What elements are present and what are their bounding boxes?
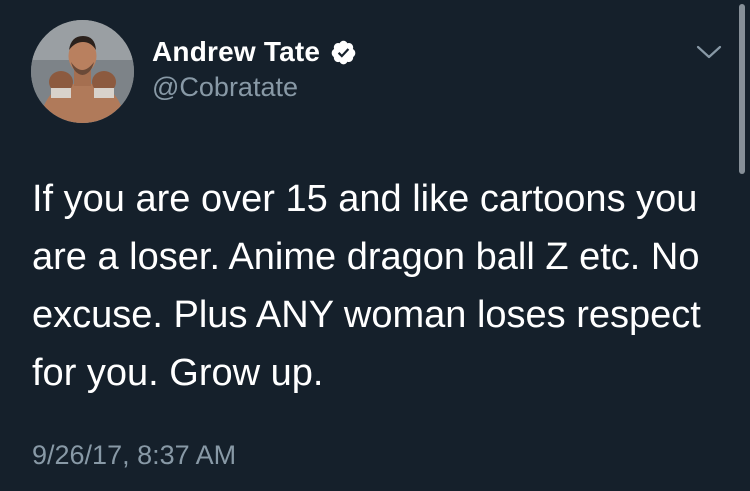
author-name-row[interactable]: Andrew Tate <box>152 34 357 70</box>
chevron-down-icon[interactable] <box>694 42 724 62</box>
author-display-name[interactable]: Andrew Tate <box>152 36 320 68</box>
tweet-card: Andrew Tate @Cobratate If you are over 1… <box>0 0 750 491</box>
scrollbar-thumb[interactable] <box>739 4 745 174</box>
tweet-timestamp[interactable]: 9/26/17, 8:37 AM <box>32 440 236 471</box>
verified-badge-icon <box>330 39 357 66</box>
avatar-photo <box>31 20 134 123</box>
avatar[interactable] <box>31 20 134 123</box>
author-handle[interactable]: @Cobratate <box>152 72 298 103</box>
tweet-text: If you are over 15 and like cartoons you… <box>32 178 701 394</box>
